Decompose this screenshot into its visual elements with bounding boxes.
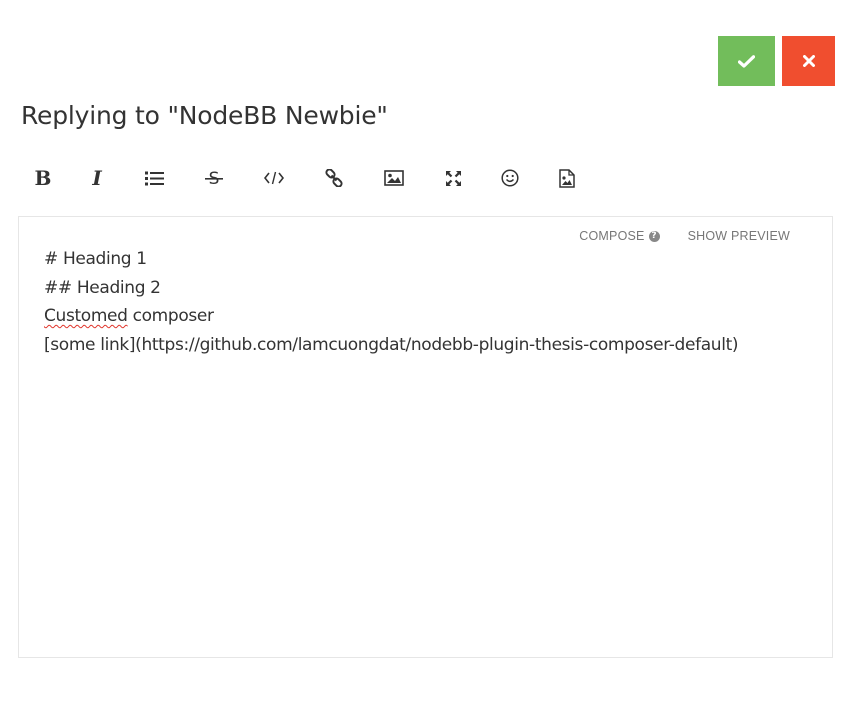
image-icon [384, 170, 404, 186]
link-button[interactable] [319, 163, 349, 193]
bold-icon: B [34, 166, 52, 190]
post-editor-textarea[interactable]: # Heading 1 ## Heading 2 Customed compos… [44, 245, 822, 359]
help-icon[interactable]: ? [648, 230, 660, 242]
image-button[interactable] [379, 163, 409, 193]
close-icon [802, 55, 815, 67]
editor-line-2: ## Heading 2 [44, 277, 161, 298]
editor-line-4: [some link](https://github.com/lamcuongd… [44, 334, 739, 355]
code-button[interactable] [259, 163, 289, 193]
compose-tab-label: COMPOSE [579, 229, 645, 243]
strikethrough-button[interactable]: S [199, 163, 229, 193]
fullscreen-button[interactable] [438, 163, 468, 193]
list-icon [144, 171, 164, 185]
expand-icon [445, 170, 461, 186]
show-preview-tab[interactable]: SHOW PREVIEW [688, 229, 790, 243]
strikethrough-icon: S [205, 169, 223, 188]
smile-icon [501, 169, 519, 187]
check-icon [738, 54, 755, 68]
bold-button[interactable]: B [28, 163, 58, 193]
show-preview-label: SHOW PREVIEW [687, 229, 790, 243]
editor-line-3: Customed composer [44, 302, 822, 331]
file-image-icon [559, 168, 575, 188]
code-icon [264, 171, 284, 185]
mode-tabs: COMPOSE ? SHOW PREVIEW [579, 229, 790, 243]
editor-line-1: # Heading 1 [44, 249, 147, 269]
compose-tab[interactable]: COMPOSE ? [579, 229, 660, 243]
link-icon [325, 169, 343, 187]
page-title: Replying to "NodeBB Newbie" [21, 101, 388, 130]
composer-page: Replying to "NodeBB Newbie" B I S COMPOS… [0, 0, 851, 726]
submit-button[interactable] [718, 36, 775, 86]
list-button[interactable] [139, 163, 169, 193]
italic-icon: I [92, 166, 102, 190]
composer-container: COMPOSE ? SHOW PREVIEW # Heading 1 ## He… [18, 216, 833, 658]
italic-button[interactable]: I [82, 163, 112, 193]
editor-line-3-rest: composer [127, 306, 214, 326]
emoji-button[interactable] [495, 163, 525, 193]
misspelled-word: Customed [44, 306, 128, 326]
upload-file-button[interactable] [552, 163, 582, 193]
discard-button[interactable] [782, 36, 835, 86]
action-buttons [718, 36, 835, 86]
